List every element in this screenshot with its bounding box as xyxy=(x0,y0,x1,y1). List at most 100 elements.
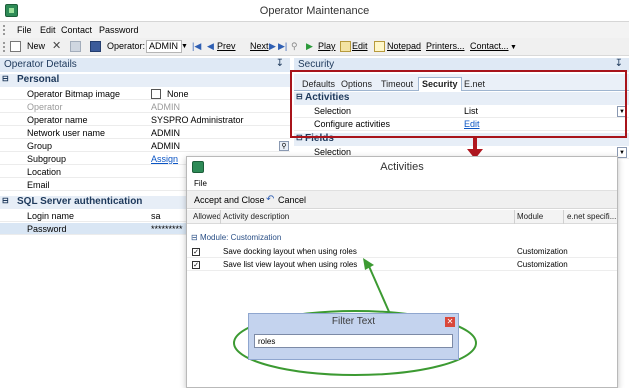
dialog-titlebar: Activities xyxy=(187,157,617,177)
notepad-button[interactable]: Notepad xyxy=(387,41,421,51)
activity-description: Save docking layout when using roles xyxy=(223,247,357,256)
menu-edit[interactable]: Edit xyxy=(40,25,56,35)
property-value[interactable]: ADMIN xyxy=(151,141,180,151)
collapse-icon[interactable]: ⊟ xyxy=(2,74,9,83)
new-button[interactable]: New xyxy=(27,41,45,51)
menu-file[interactable]: File xyxy=(17,25,32,35)
lookup-icon[interactable]: ⚲ xyxy=(279,141,289,151)
pin-icon[interactable]: ↧ xyxy=(615,58,623,69)
next-button[interactable]: Next xyxy=(250,41,269,51)
allowed-checkbox[interactable]: ✓ xyxy=(192,261,200,269)
column-divider xyxy=(563,210,564,224)
window-title: Operator Maintenance xyxy=(259,5,370,17)
dropdown-icon[interactable]: ▼ xyxy=(617,147,627,158)
dialog-menu-file[interactable]: File xyxy=(194,179,207,188)
edit-button[interactable]: Edit xyxy=(352,41,368,51)
column-activity-description[interactable]: Activity description xyxy=(223,212,289,221)
cancel-button[interactable]: Cancel xyxy=(278,195,306,205)
personal-section-title: Personal xyxy=(17,74,60,85)
undo-icon: ↶ xyxy=(266,194,275,205)
security-title: Security xyxy=(298,59,335,70)
filter-title: Filter Text xyxy=(331,316,376,327)
table-row[interactable]: ✓ Save docking layout when using roles C… xyxy=(187,246,617,258)
close-icon[interactable]: ✕ xyxy=(445,317,455,327)
notepad-icon xyxy=(374,41,385,52)
prev-button[interactable]: Prev xyxy=(217,41,236,51)
property-label: Password xyxy=(27,224,67,234)
property-row[interactable]: Operator ADMIN xyxy=(0,101,290,113)
property-label: Operator xyxy=(27,102,63,112)
property-label: Network user name xyxy=(27,128,106,138)
menu-password[interactable]: Password xyxy=(99,25,139,35)
property-row[interactable]: Network user name ADMIN xyxy=(0,127,290,139)
column-divider xyxy=(514,210,515,224)
highlight-box xyxy=(290,70,627,138)
property-row[interactable]: Operator name SYSPRO Administrator xyxy=(0,114,290,126)
copy-icon[interactable] xyxy=(70,41,81,52)
operator-label: Operator: xyxy=(107,41,146,51)
delete-icon[interactable]: ✕ xyxy=(52,39,61,52)
chevron-down-icon[interactable]: ▼ xyxy=(181,43,188,50)
last-record-icon[interactable]: ▶| xyxy=(278,41,287,52)
collapse-icon[interactable]: ⊟ xyxy=(2,196,9,205)
column-module[interactable]: Module xyxy=(517,212,543,221)
property-value[interactable]: SYSPRO Administrator xyxy=(151,115,244,125)
property-row[interactable]: Group ADMIN ⚲ xyxy=(0,140,290,152)
sql-section-title: SQL Server authentication xyxy=(17,196,143,207)
activity-description: Save list view layout when using roles xyxy=(223,260,358,269)
property-label: Subgroup xyxy=(27,154,67,164)
operator-select[interactable]: ADMIN xyxy=(146,40,182,53)
activity-module: Customization xyxy=(517,247,568,256)
table-row[interactable]: ✓ Save list view layout when using roles… xyxy=(187,259,617,271)
printers-button[interactable]: Printers... xyxy=(426,41,465,51)
property-row[interactable]: Operator Bitmap image None xyxy=(0,88,290,100)
prev-arrow-icon[interactable]: ◀ xyxy=(207,41,214,52)
first-record-icon[interactable]: |◀ xyxy=(192,41,201,52)
play-button[interactable]: Play xyxy=(318,41,336,51)
search-icon[interactable]: ⚲ xyxy=(291,41,298,52)
operator-details-title: Operator Details xyxy=(4,59,77,70)
property-label: Location xyxy=(27,167,62,177)
toolbar: New ✕ Operator: ADMIN ▼ |◀ ◀ Prev Next ▶… xyxy=(0,38,629,56)
operator-details-header: Operator Details ↧ xyxy=(0,58,290,72)
toolbar-grip-icon xyxy=(3,42,6,52)
assign-link[interactable]: Assign xyxy=(151,154,178,164)
column-divider xyxy=(220,210,221,224)
activity-module: Customization xyxy=(517,260,568,269)
menu-contact[interactable]: Contact xyxy=(61,25,92,35)
property-label: Group xyxy=(27,141,53,151)
menu-grip-icon xyxy=(3,25,6,35)
column-enet-specific[interactable]: e.net specifi... xyxy=(567,212,616,221)
pin-icon[interactable]: ↧ xyxy=(276,58,284,69)
toolbar-overflow-icon[interactable]: ▼ xyxy=(510,44,517,51)
property-label: Operator Bitmap image xyxy=(27,89,121,99)
filter-text-popup: Filter Text ✕ xyxy=(248,313,459,360)
property-label: Login name xyxy=(27,211,75,221)
property-value[interactable]: ADMIN xyxy=(151,128,180,138)
property-value: ADMIN xyxy=(151,102,180,112)
accept-and-close-button[interactable]: Accept and Close xyxy=(194,195,265,205)
column-allowed[interactable]: Allowed xyxy=(193,212,221,221)
property-label: Operator name xyxy=(27,115,88,125)
property-value[interactable]: sa xyxy=(151,211,161,221)
group-collapse-icon[interactable]: ⊟ xyxy=(191,233,198,242)
new-doc-icon xyxy=(10,41,21,52)
next-arrow-icon[interactable]: ▶ xyxy=(269,41,276,52)
password-value[interactable]: ********* xyxy=(151,224,183,234)
filter-input[interactable] xyxy=(254,334,453,348)
contact-button[interactable]: Contact... xyxy=(470,41,509,51)
dialog-title: Activities xyxy=(380,161,424,173)
property-label: Email xyxy=(27,180,50,190)
dialog-toolbar: Accept and Close ↶ Cancel xyxy=(187,190,617,209)
edit-icon xyxy=(340,41,351,52)
personal-section-header[interactable]: ⊟ Personal xyxy=(0,74,290,87)
property-value: None xyxy=(167,89,189,99)
group-row[interactable]: ⊟ Module: Customization xyxy=(191,233,281,242)
bitmap-checkbox[interactable] xyxy=(151,89,161,99)
allowed-checkbox[interactable]: ✓ xyxy=(192,248,200,256)
group-label: Module: Customization xyxy=(199,233,282,242)
play-icon: ▶ xyxy=(306,41,313,51)
grid-header: Allowed Activity description Module e.ne… xyxy=(187,210,617,224)
save-icon[interactable] xyxy=(90,41,101,52)
menu-bar: File Edit Contact Password xyxy=(0,22,629,38)
